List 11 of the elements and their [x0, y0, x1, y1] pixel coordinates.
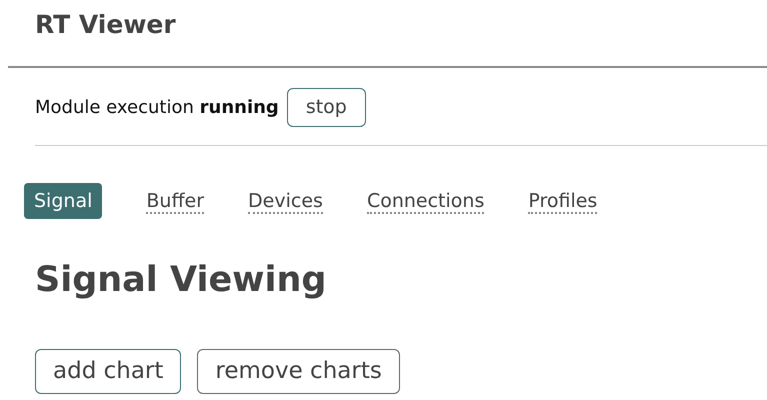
tab[interactable]: Devices — [248, 182, 323, 219]
stop-button[interactable]: stop — [286, 88, 366, 126]
status-text: Module execution running — [35, 96, 279, 120]
tab[interactable]: Connections — [366, 182, 484, 219]
tab[interactable]: Profiles — [528, 182, 598, 219]
page-heading: Signal Viewing — [34, 259, 328, 302]
app-title: RT Viewer — [34, 9, 177, 41]
tab[interactable]: Buffer — [146, 182, 204, 219]
tab[interactable]: Signal — [24, 182, 102, 219]
add-button[interactable]: add chart — [35, 349, 182, 394]
remove-button[interactable]: remove charts — [197, 349, 400, 394]
